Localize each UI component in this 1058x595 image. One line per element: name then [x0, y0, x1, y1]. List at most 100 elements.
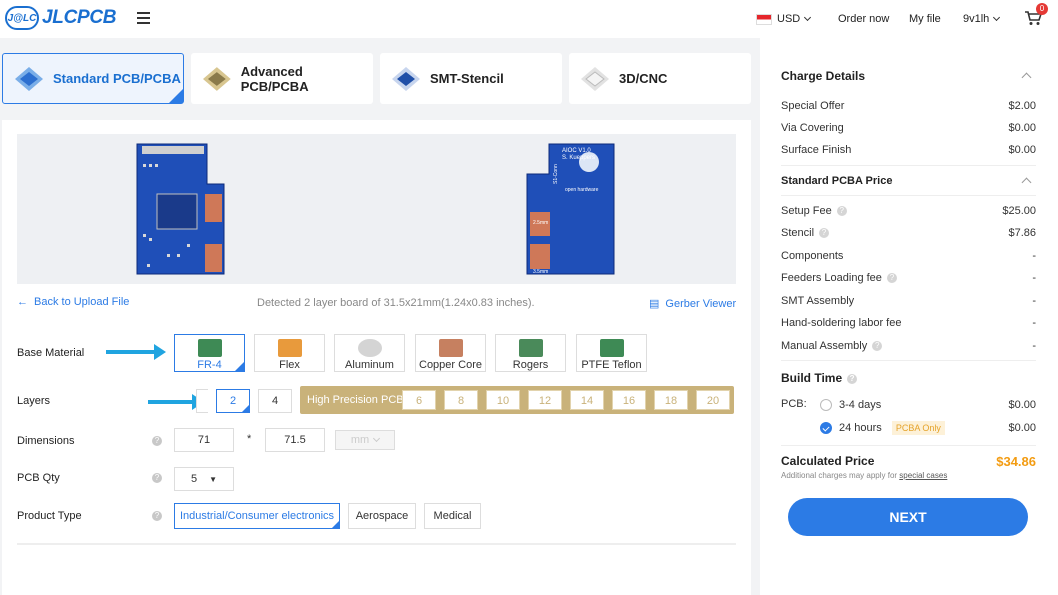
fr4-icon [197, 339, 222, 357]
my-file-link[interactable]: My file [909, 13, 941, 25]
special-cases-link[interactable]: special cases [899, 471, 947, 480]
row-label: SMT Assembly [781, 295, 855, 307]
material-aluminum[interactable]: Aluminum [334, 334, 405, 372]
board-back [526, 143, 615, 275]
material-fr4[interactable]: FR-4 [174, 334, 245, 372]
board-silkscreen-title: AIOC V1.0 [562, 148, 591, 154]
option-label: FR-4 [197, 359, 222, 371]
help-icon[interactable]: ? [819, 228, 830, 239]
layer-option-20[interactable]: 20 [696, 390, 730, 410]
back-to-upload-link[interactable]: ← Back to Upload File [17, 296, 129, 308]
dimension-y-input[interactable]: 71.5 [265, 428, 325, 452]
row-label: 24 hours [839, 422, 882, 434]
pcba-row: Feeders Loading fee? - [781, 272, 1036, 284]
help-icon[interactable]: ? [152, 473, 162, 483]
option-label: Rogers [512, 359, 549, 371]
row-value: - [1032, 272, 1036, 284]
tab-smt-stencil[interactable]: SMT-Stencil [380, 53, 562, 104]
layer-option-8[interactable]: 8 [444, 390, 478, 410]
row-label: Stencil [781, 227, 815, 239]
pcb-preview: AIOC V1.0 S. Kueppers open hardware 2.5m… [17, 134, 736, 284]
pcba-row: Hand-soldering labor fee - [781, 317, 1036, 329]
dimension-x-input[interactable]: 71 [174, 428, 234, 452]
radio-3-4-days[interactable] [820, 399, 832, 411]
chevron-up-icon[interactable] [1021, 177, 1032, 188]
tab-label: Standard PCB/PCBA [53, 71, 181, 86]
divider [781, 360, 1036, 361]
user-menu[interactable]: 9v1lh [963, 13, 1001, 25]
product-type-industrial[interactable]: Industrial/Consumer electronics [174, 503, 340, 529]
caret-down-icon: ▼ [209, 474, 218, 484]
pcb-qty-select[interactable]: 5 ▼ [174, 467, 234, 491]
tab-label: 3D/CNC [619, 71, 668, 86]
help-icon[interactable]: ? [872, 341, 883, 352]
layer-option-12[interactable]: 12 [528, 390, 562, 410]
help-icon[interactable]: ? [152, 436, 162, 446]
help-icon[interactable]: ? [886, 273, 897, 284]
aluminum-icon [357, 339, 382, 357]
unit-select[interactable]: mm [335, 430, 395, 450]
calculated-price-title: Calculated Price [781, 454, 875, 468]
row-value: - [1032, 295, 1036, 307]
row-label: Hand-soldering labor fee [781, 317, 902, 329]
order-now-link[interactable]: Order now [838, 13, 889, 25]
pcba-row: Stencil? $7.86 [781, 227, 1036, 239]
material-ptfe-teflon[interactable]: PTFE Teflon [576, 334, 647, 372]
currency-selector[interactable]: USD [756, 13, 812, 25]
board-silkscreen-conn: S1-Conn [553, 164, 559, 184]
board-front [136, 143, 225, 275]
option-label: Aluminum [345, 359, 394, 371]
layer-option-4[interactable]: 4 [258, 389, 292, 413]
charge-row: Via Covering $0.00 [781, 122, 1036, 134]
base-material-label: Base Material [17, 347, 85, 359]
tab-3d-cnc[interactable]: 3D/CNC [569, 53, 751, 104]
help-icon[interactable]: ? [152, 511, 162, 521]
back-label: Back to Upload File [34, 296, 130, 308]
cart-count-badge: 0 [1036, 3, 1048, 15]
row-label: Manual Assembly [781, 340, 868, 352]
high-precision-label: High Precision PCB [307, 394, 404, 406]
tab-label: SMT-Stencil [430, 71, 504, 86]
layer-option-6[interactable]: 6 [402, 390, 436, 410]
material-flex[interactable]: Flex [254, 334, 325, 372]
layer-option-18[interactable]: 18 [654, 390, 688, 410]
jlcpcb-logo[interactable]: J@LC JLCPCB [5, 6, 117, 30]
material-copper-core[interactable]: Copper Core [415, 334, 486, 372]
charge-row: Special Offer $2.00 [781, 100, 1036, 112]
product-type-label: Product Type [17, 510, 82, 522]
help-icon[interactable]: ? [836, 206, 847, 217]
build-option-row: 24 hours PCBA Only $0.00 [839, 421, 1036, 435]
pcb-board-icon [15, 66, 43, 91]
help-icon[interactable]: ? [847, 373, 858, 384]
next-button[interactable]: NEXT [788, 498, 1028, 536]
pcba-row: Manual Assembly? - [781, 340, 1036, 352]
gerber-viewer-link[interactable]: ▤ Gerber Viewer [649, 297, 736, 310]
radio-24-hours[interactable] [820, 422, 832, 434]
layer-option-1[interactable]: 1 [196, 389, 208, 413]
additional-charges-note: Additional charges may apply for special… [781, 471, 947, 480]
product-type-aerospace[interactable]: Aerospace [348, 503, 416, 529]
row-label: 3-4 days [839, 399, 882, 411]
pcb-qty-label: PCB Qty [17, 472, 60, 484]
row-label: Components [781, 250, 844, 262]
build-time-title: Build Time? [781, 371, 858, 385]
price-sidebar: Charge Details Special Offer $2.00 Via Co… [766, 53, 1050, 595]
chevron-down-icon [804, 13, 812, 21]
row-value: $25.00 [1002, 205, 1036, 217]
layer-option-14[interactable]: 14 [570, 390, 604, 410]
menu-icon[interactable] [137, 12, 150, 24]
product-type-medical[interactable]: Medical [424, 503, 481, 529]
row-label: Feeders Loading fee [781, 272, 882, 284]
gerber-icon: ▤ [649, 298, 660, 310]
tab-advanced-pcb[interactable]: Advanced PCB/PCBA [191, 53, 373, 104]
chevron-up-icon[interactable] [1021, 72, 1032, 83]
tab-standard-pcb[interactable]: Standard PCB/PCBA [2, 53, 184, 104]
layer-option-10[interactable]: 10 [486, 390, 520, 410]
row-value: - [1032, 250, 1036, 262]
pcba-only-tag: PCBA Only [891, 421, 945, 435]
row-value: $0.00 [1008, 122, 1036, 134]
row-value: $2.00 [1008, 100, 1036, 112]
material-rogers[interactable]: Rogers [495, 334, 566, 372]
layer-option-2[interactable]: 2 [216, 389, 250, 413]
layer-option-16[interactable]: 16 [612, 390, 646, 410]
